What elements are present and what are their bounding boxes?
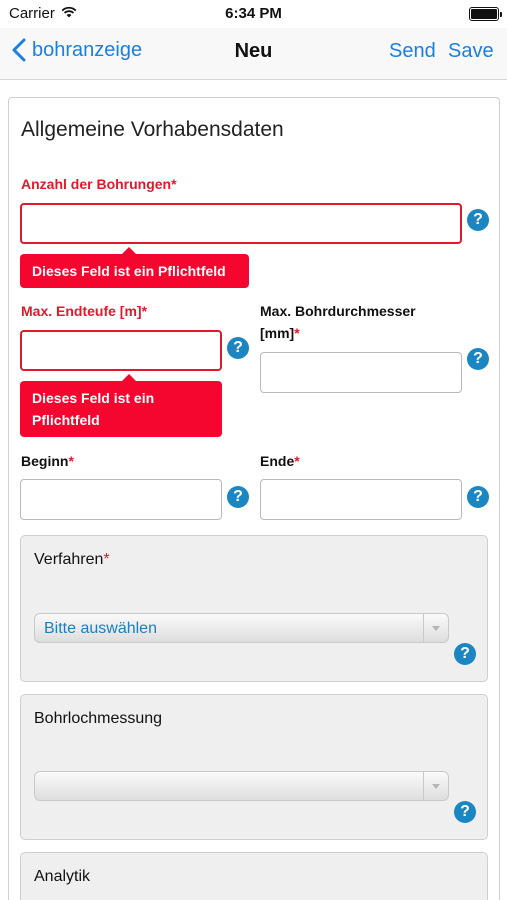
bohrdurchmesser-label: Max. Bohrdurchmesser [mm]* bbox=[260, 303, 416, 341]
send-button[interactable]: Send bbox=[389, 40, 436, 63]
analytik-label: Analytik bbox=[34, 868, 91, 885]
max-bohrdurchmesser-input[interactable] bbox=[260, 352, 462, 393]
anzahl-label: Anzahl der Bohrungen* bbox=[21, 176, 177, 192]
question-circle-icon[interactable]: ? bbox=[454, 801, 476, 823]
bohrlochmessung-select[interactable] bbox=[34, 771, 449, 801]
bohrlochmessung-label: Bohrlochmessung bbox=[34, 710, 163, 727]
analytik-group: Analytik bbox=[20, 852, 488, 900]
endteufe-error-tooltip: Dieses Feld ist ein Pflichtfeld bbox=[20, 374, 222, 437]
status-bar: Carrier 6:34 PM bbox=[0, 0, 507, 28]
max-endteufe-input[interactable] bbox=[20, 330, 222, 371]
navigation-bar: bohranzeige Neu Send Save bbox=[0, 28, 507, 80]
question-circle-icon[interactable]: ? bbox=[454, 643, 476, 665]
anzahl-error-text: Dieses Feld ist ein Pflichtfeld bbox=[32, 263, 226, 279]
ende-input[interactable] bbox=[260, 479, 462, 520]
question-circle-icon[interactable]: ? bbox=[467, 486, 489, 508]
endteufe-error-line2: Pflichtfeld bbox=[32, 412, 100, 428]
endteufe-label: Max. Endteufe [m]* bbox=[21, 303, 148, 319]
verfahren-group: Verfahren* Bitte auswählen ? bbox=[20, 535, 488, 682]
verfahren-select[interactable]: Bitte auswählen bbox=[34, 613, 449, 643]
section-title: Allgemeine Vorhabensdaten bbox=[21, 118, 284, 141]
anzahl-error-tooltip: Dieses Feld ist ein Pflichtfeld bbox=[20, 247, 249, 288]
anzahl-bohrungen-input[interactable] bbox=[20, 203, 462, 244]
battery-icon bbox=[469, 7, 502, 21]
endteufe-error-line1: Dieses Feld ist ein bbox=[32, 390, 155, 406]
clock: 6:34 PM bbox=[225, 5, 282, 22]
chevron-down-icon bbox=[423, 614, 448, 642]
question-circle-icon[interactable]: ? bbox=[467, 209, 489, 231]
verfahren-select-value: Bitte auswählen bbox=[44, 620, 157, 637]
question-circle-icon[interactable]: ? bbox=[467, 348, 489, 370]
save-button[interactable]: Save bbox=[448, 40, 494, 63]
chevron-down-icon bbox=[423, 772, 448, 800]
question-circle-icon[interactable]: ? bbox=[227, 337, 249, 359]
bohrlochmessung-group: Bohrlochmessung ? bbox=[20, 694, 488, 840]
ende-label: Ende* bbox=[260, 453, 300, 469]
beginn-label: Beginn* bbox=[21, 453, 74, 469]
verfahren-label: Verfahren* bbox=[34, 551, 110, 568]
question-circle-icon[interactable]: ? bbox=[227, 486, 249, 508]
beginn-input[interactable] bbox=[20, 479, 222, 520]
